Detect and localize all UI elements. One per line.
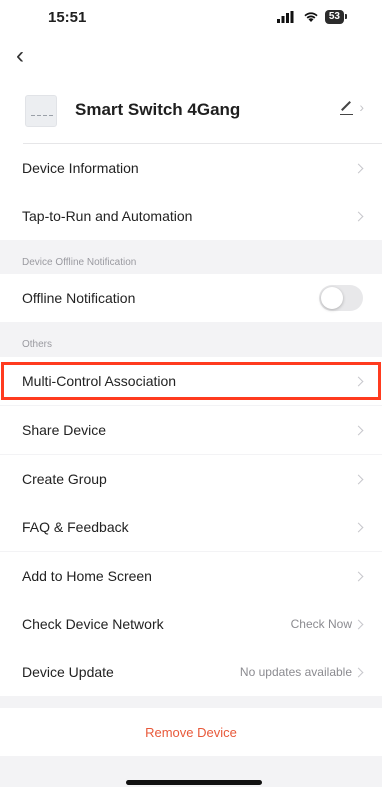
status-icons: 53 (276, 10, 348, 24)
chevron-right-icon (353, 211, 364, 221)
share-device-row[interactable]: Share Device (0, 406, 382, 454)
multi-control-row[interactable]: Multi-Control Association (0, 357, 382, 405)
switch-device-icon (25, 95, 57, 127)
wifi-icon (304, 12, 318, 22)
row-label: Tap-to-Run and Automation (22, 208, 193, 224)
status-time: 15:51 (48, 9, 87, 26)
toggle-knob (321, 287, 343, 309)
chevron-right-icon (353, 619, 364, 629)
add-to-home-row[interactable]: Add to Home Screen (0, 552, 382, 600)
chevron-right-icon (353, 163, 364, 173)
chevron-right-icon (353, 425, 364, 435)
back-chevron-icon[interactable]: ‹ (16, 44, 24, 68)
device-information-row[interactable]: Device Information (0, 144, 382, 192)
chevron-right-icon (353, 474, 364, 484)
chevron-right-icon (353, 522, 364, 532)
pencil-icon (339, 98, 355, 116)
row-label: Multi-Control Association (22, 373, 177, 389)
row-label: Add to Home Screen (22, 568, 152, 584)
row-label: Offline Notification (22, 290, 136, 306)
row-label: Device Update (22, 664, 114, 680)
device-header: ‹ Smart Switch 4Gang › (0, 36, 382, 144)
remove-device-label: Remove Device (145, 724, 237, 740)
offline-notification-toggle[interactable] (319, 285, 363, 311)
edit-name-button[interactable]: › (339, 98, 364, 116)
tap-to-run-row[interactable]: Tap-to-Run and Automation (0, 192, 382, 240)
offline-notification-row: Offline Notification (0, 274, 382, 322)
row-label: Share Device (22, 422, 107, 438)
row-value: No updates available (239, 665, 352, 679)
chevron-right-icon (353, 571, 364, 581)
row-label: FAQ & Feedback (22, 519, 129, 535)
check-network-row[interactable]: Check Device Network Check Now (0, 600, 382, 648)
faq-feedback-row[interactable]: FAQ & Feedback (0, 503, 382, 551)
section-label-others: Others (22, 339, 53, 350)
device-name: Smart Switch 4Gang (75, 100, 241, 119)
create-group-row[interactable]: Create Group (0, 455, 382, 503)
row-label: Device Information (22, 160, 139, 176)
chevron-right-icon (353, 376, 364, 386)
row-value: Check Now (290, 617, 352, 631)
row-label: Create Group (22, 471, 107, 487)
status-bar: 15:51 53 (0, 0, 382, 36)
section-label-offline: Device Offline Notification (22, 257, 137, 268)
battery-icon: 53 (324, 10, 348, 24)
home-indicator (126, 780, 262, 785)
remove-device-button[interactable]: Remove Device (0, 708, 382, 756)
device-update-row[interactable]: Device Update No updates available (0, 648, 382, 696)
chevron-right-icon: › (359, 99, 364, 115)
chevron-right-icon (353, 667, 364, 677)
signal-icon (276, 11, 294, 23)
row-label: Check Device Network (22, 616, 164, 632)
